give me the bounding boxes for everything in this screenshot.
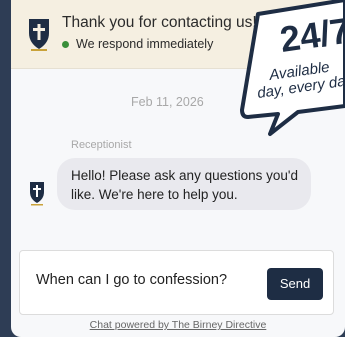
- powered-by-link[interactable]: Chat powered by The Birney Directive: [11, 319, 345, 331]
- message-bubble: Hello! Please ask any questions you'd li…: [57, 158, 311, 210]
- receptionist-avatar-icon: [30, 182, 44, 206]
- send-button[interactable]: Send: [267, 268, 323, 300]
- header-title: Thank you for contacting us!: [62, 14, 257, 31]
- badge-headline: 24/7: [277, 10, 345, 60]
- conversation-date: Feb 11, 2026: [131, 95, 204, 109]
- message-text: Hello! Please ask any questions you'd li…: [71, 168, 298, 202]
- online-status-dot: [62, 41, 69, 48]
- sender-name: Receptionist: [71, 139, 132, 151]
- availability-speech-bubble: 24/7 Available day, every day: [240, 0, 345, 136]
- shield-crest-icon: [29, 19, 49, 51]
- message-composer: When can I go to confession? Send: [19, 250, 334, 315]
- message-input[interactable]: When can I go to confession?: [36, 272, 227, 288]
- status-text: We respond immediately: [76, 37, 214, 51]
